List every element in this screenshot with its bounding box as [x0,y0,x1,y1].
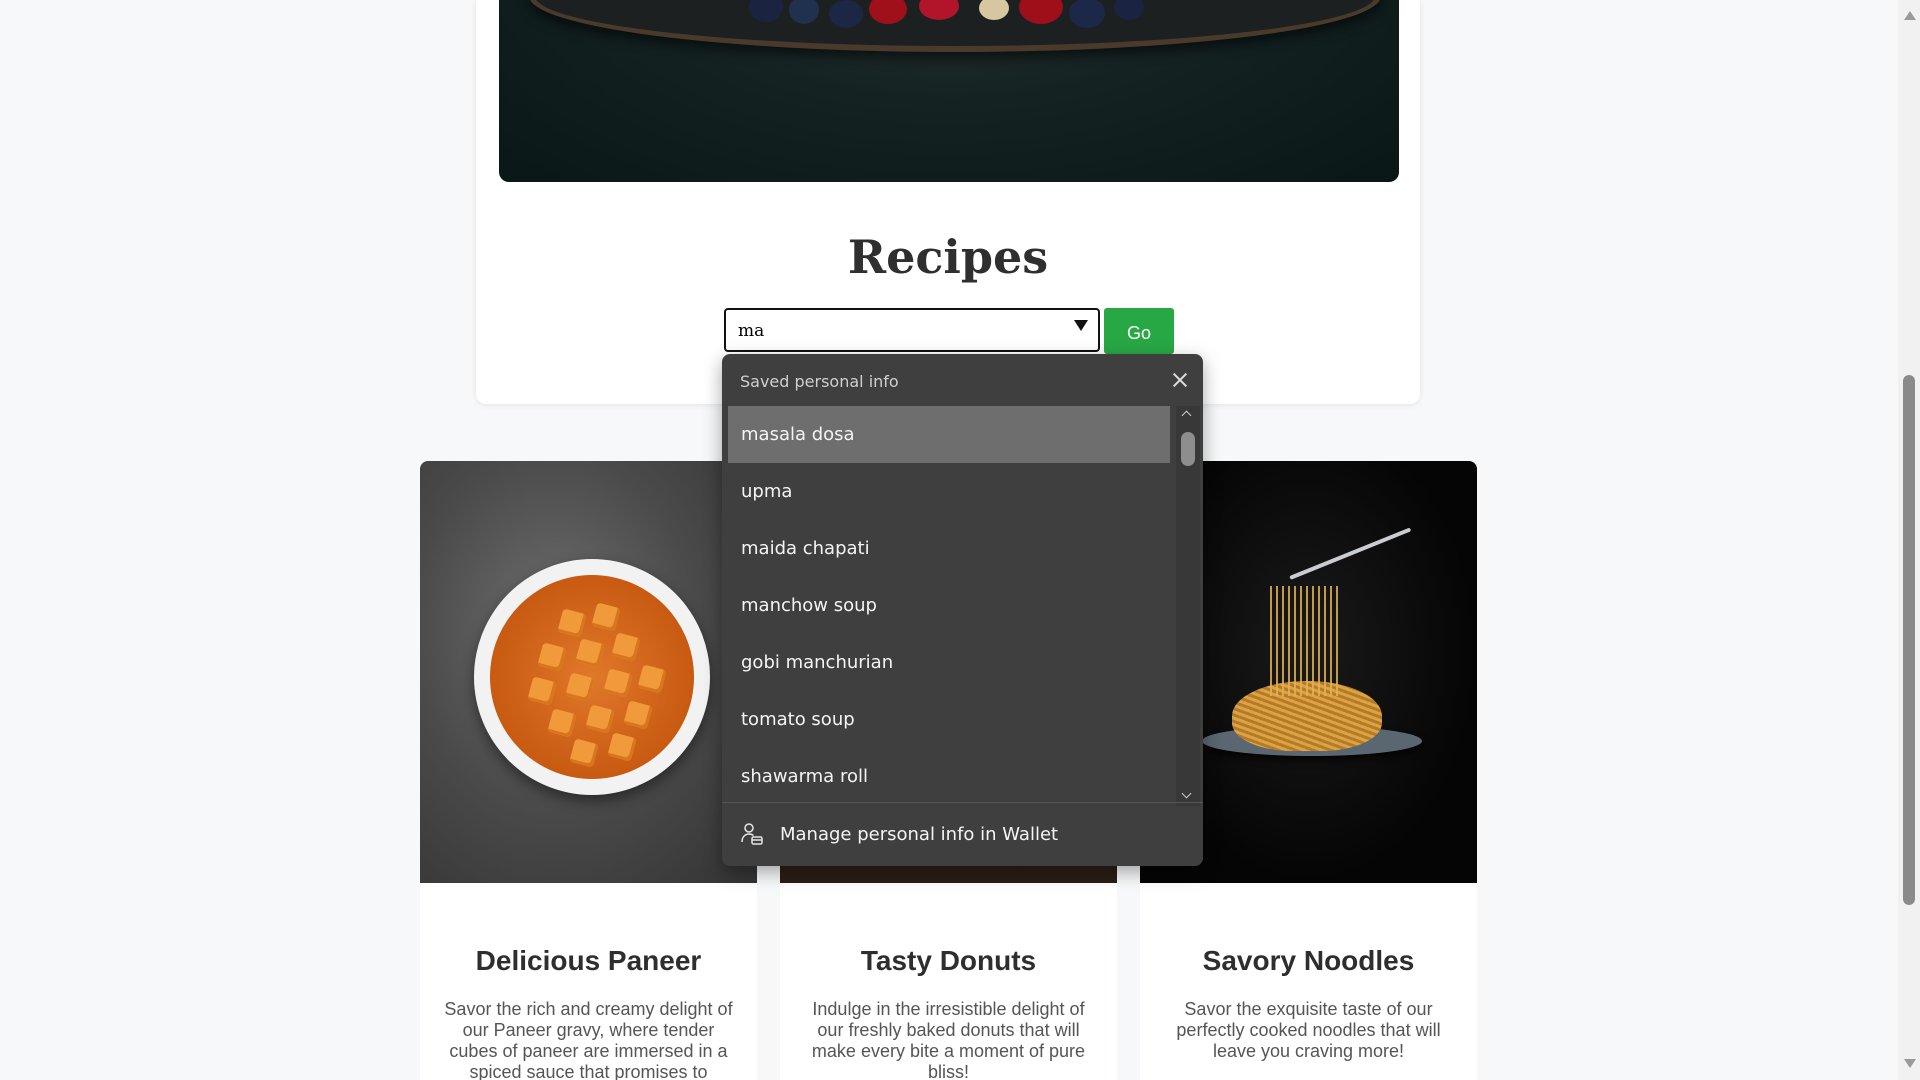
recipes-section: Recipes Go [476,0,1420,404]
autofill-scrollbar[interactable] [1176,406,1200,806]
scroll-down-icon[interactable] [1904,1059,1916,1068]
search-combobox[interactable] [724,308,1100,352]
autofill-item[interactable]: tomato soup [728,691,1170,748]
card-description: Indulge in the irresistible delight of o… [811,999,1086,1080]
search-input[interactable] [736,316,1060,346]
card-description: Savor the exquisite taste of our perfect… [1176,999,1441,1061]
fork [1289,527,1412,580]
scrollbar-thumb[interactable] [1903,375,1915,905]
autofill-item[interactable]: upma [728,463,1170,520]
page-title: Recipes [847,230,1049,284]
wallet-person-icon [741,823,763,845]
card-title: Savory Noodles [1202,945,1415,976]
paneer-image [420,461,757,883]
autofill-item[interactable]: maida chapati [728,520,1170,577]
autofill-list: masala dosa upma maida chapati manchow s… [728,406,1170,806]
go-button[interactable]: Go [1104,308,1174,354]
manage-wallet-label: Manage personal info in Wallet [780,824,1059,845]
autofill-item[interactable]: gobi manchurian [728,634,1170,691]
scrollbar-thumb[interactable] [1181,432,1195,466]
card-description: Savor the rich and creamy delight of our… [444,999,733,1080]
close-icon[interactable] [1168,368,1192,392]
autofill-item[interactable]: manchow soup [728,577,1170,634]
card-title: Tasty Donuts [860,945,1037,976]
bowl [474,559,710,795]
manage-wallet-link[interactable]: Manage personal info in Wallet [722,803,1203,866]
card-title: Delicious Paneer [475,945,702,976]
chevron-up-icon[interactable] [1181,410,1192,421]
dropdown-caret-icon[interactable] [1074,320,1088,331]
recipe-card-paneer[interactable]: Delicious Paneer Savor the rich and crea… [420,461,757,1080]
chevron-down-icon[interactable] [1181,788,1192,799]
scroll-up-icon[interactable] [1904,11,1916,20]
autofill-item[interactable]: shawarma roll [728,748,1170,805]
autofill-dropdown: Saved personal info masala dosa upma mai… [722,354,1203,866]
autofill-header: Saved personal info [740,372,899,391]
hero-image [499,0,1399,182]
autofill-item[interactable]: masala dosa [728,406,1170,463]
page-scrollbar[interactable] [1898,0,1920,1080]
